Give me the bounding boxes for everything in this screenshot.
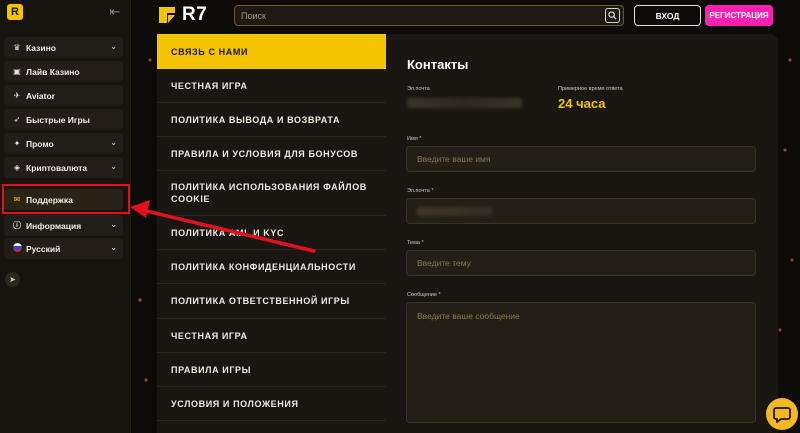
search-button[interactable]: [605, 8, 620, 23]
info-icon: ⓘ: [13, 221, 21, 230]
sidebar-item-info[interactable]: ⓘ Информация ⌄: [4, 215, 123, 236]
rocket-icon: ➶: [13, 115, 21, 124]
name-field: [406, 146, 756, 172]
message-input[interactable]: [407, 303, 755, 422]
blurred-email-value: [407, 98, 522, 108]
menu-item-contact-us[interactable]: СВЯЗЬ С НАМИ: [157, 34, 386, 69]
russia-flag-icon: [11, 243, 23, 254]
response-time-value: 24 часа: [558, 96, 606, 111]
menu-item-cookie-policy[interactable]: ПОЛИТИКА ИСПОЛЬЗОВАНИЯ ФАЙЛОВ COOKIE: [157, 171, 386, 216]
menu-item-privacy-policy[interactable]: ПОЛИТИКА КОНФИДЕНЦИАЛЬНОСТИ: [157, 250, 386, 284]
plane-icon: ✈: [13, 91, 21, 100]
chevron-down-icon: ⌄: [110, 42, 117, 51]
live-casino-icon: ▣: [13, 67, 21, 76]
sidebar-item-label: Aviator: [26, 90, 55, 101]
sidebar-item-crypto[interactable]: ◈ Криптовалюта ⌄: [4, 157, 123, 178]
chat-bubble-icon: [773, 407, 791, 423]
message-field: [406, 302, 756, 423]
menu-item-terms-conditions[interactable]: УСЛОВИЯ И ПОЛОЖЕНИЯ: [157, 387, 386, 421]
chevron-down-icon: ⌄: [110, 138, 117, 147]
subject-field: [406, 250, 756, 276]
chevron-down-icon: ⌄: [110, 243, 117, 252]
response-time-label: Примерное время ответа: [558, 86, 623, 92]
menu-item-withdrawal-policy[interactable]: ПОЛИТИКА ВЫВОДА И ВОЗВРАТА: [157, 103, 386, 137]
search-bar: [234, 5, 624, 26]
email-field[interactable]: [406, 198, 756, 224]
chevron-down-icon: ⌄: [110, 162, 117, 171]
sidebar-item-label: Русский: [26, 243, 61, 254]
subject-label: Тема *: [407, 240, 424, 246]
r7-logo-icon[interactable]: [157, 5, 177, 25]
contacts-title: Контакты: [407, 57, 469, 72]
sidebar-item-fast-games[interactable]: ➶ Быстрые Игры: [4, 109, 123, 130]
r7-logo-text[interactable]: R7: [182, 4, 207, 26]
chevron-down-icon: ⌄: [110, 220, 117, 229]
email-label: Эл.почта: [407, 86, 430, 92]
name-label: Имя *: [407, 136, 422, 142]
sidebar-item-label: Быстрые Игры: [26, 114, 90, 125]
sidebar-item-live-casino[interactable]: ▣ Лайв Казино: [4, 61, 123, 82]
sidebar-item-label: Лайв Казино: [26, 66, 80, 77]
sidebar-item-promo[interactable]: ✦ Промо ⌄: [4, 133, 123, 154]
menu-item-fair-play[interactable]: ЧЕСТНАЯ ИГРА: [157, 69, 386, 103]
subject-input[interactable]: [407, 251, 755, 275]
sidebar-item-label: Информация: [26, 220, 82, 231]
casino-icon: ♛: [13, 43, 21, 52]
sidebar-item-label: Казино: [26, 42, 56, 53]
login-button[interactable]: ВХОД: [634, 5, 701, 26]
sidebar-item-label: Промо: [26, 138, 54, 149]
support-highlight-box: [2, 184, 130, 214]
search-icon: [608, 11, 617, 20]
live-chat-button[interactable]: [766, 398, 798, 430]
sidebar: R ⇤ ♛ Казино ⌄ ▣ Лайв Казино ✈ Aviator ➶…: [0, 0, 131, 433]
email-field-label: Эл.почта *: [407, 188, 434, 194]
search-input[interactable]: [235, 6, 595, 25]
menu-item-fair-play-2[interactable]: ЧЕСТНАЯ ИГРА: [157, 319, 386, 353]
menu-item-bonus-terms[interactable]: ПРАВИЛА И УСЛОВИЯ ДЛЯ БОНУСОВ: [157, 137, 386, 171]
sidebar-item-label: Криптовалюта: [26, 162, 88, 173]
menu-item-aml-kyc[interactable]: ПОЛИТИКА AML И KYC: [157, 216, 386, 250]
crypto-icon: ◈: [13, 163, 21, 172]
register-button[interactable]: РЕГИСТРАЦИЯ: [705, 5, 773, 26]
name-input[interactable]: [407, 147, 755, 171]
message-label: Сообщение *: [407, 292, 441, 298]
telegram-icon[interactable]: ➤: [5, 272, 20, 287]
blurred-email-input-value: [417, 207, 492, 216]
sidebar-item-casino[interactable]: ♛ Казино ⌄: [4, 37, 123, 58]
menu-item-game-rules[interactable]: ПРАВИЛА ИГРЫ: [157, 353, 386, 387]
collapse-sidebar-icon[interactable]: ⇤: [106, 5, 124, 19]
r7-small-logo-icon[interactable]: R: [7, 4, 23, 20]
megaphone-icon: ✦: [13, 139, 21, 148]
sidebar-item-language[interactable]: Русский ⌄: [4, 238, 123, 259]
menu-item-responsible-gaming[interactable]: ПОЛИТИКА ОТВЕТСТВЕННОЙ ИГРЫ: [157, 284, 386, 319]
info-menu: СВЯЗЬ С НАМИ ЧЕСТНАЯ ИГРА ПОЛИТИКА ВЫВОД…: [157, 34, 386, 433]
sidebar-item-aviator[interactable]: ✈ Aviator: [4, 85, 123, 106]
